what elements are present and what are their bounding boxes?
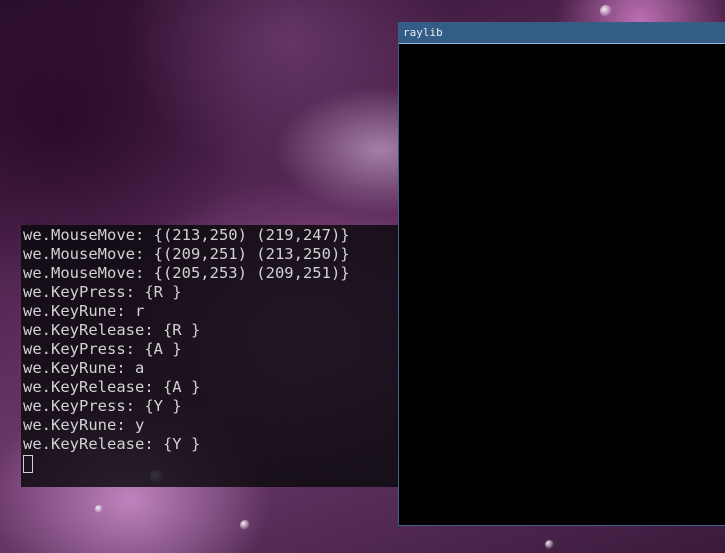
wallpaper-droplet [95,505,103,513]
wallpaper-droplet [240,520,250,530]
terminal-window[interactable]: we.MouseMove: {(213,250) (219,247)} we.M… [21,225,399,487]
terminal-line: we.KeyRelease: {R } [23,321,201,339]
window-title: raylib [403,26,443,39]
terminal-line: we.KeyRune: r [23,302,145,320]
wallpaper-droplet [545,540,554,549]
terminal-prompt[interactable] [23,454,399,473]
terminal-line: we.MouseMove: {(205,253) (209,251)} [23,264,350,282]
terminal-line: we.KeyRelease: {A } [23,378,201,396]
terminal-line: we.KeyRune: y [23,416,145,434]
terminal-line: we.KeyPress: {Y } [23,397,182,415]
wallpaper-droplet [600,5,612,17]
terminal-line: we.KeyRelease: {Y } [23,435,201,453]
terminal-line: we.KeyPress: {A } [23,340,182,358]
terminal-line: we.KeyPress: {R } [23,283,182,301]
raylib-window[interactable]: raylib [398,22,725,526]
raylib-canvas[interactable] [399,44,725,525]
terminal-line: we.MouseMove: {(213,250) (219,247)} [23,226,350,244]
terminal-cursor [23,455,33,473]
window-titlebar[interactable]: raylib [399,23,725,44]
terminal-line: we.KeyRune: a [23,359,145,377]
terminal-line: we.MouseMove: {(209,251) (213,250)} [23,245,350,263]
